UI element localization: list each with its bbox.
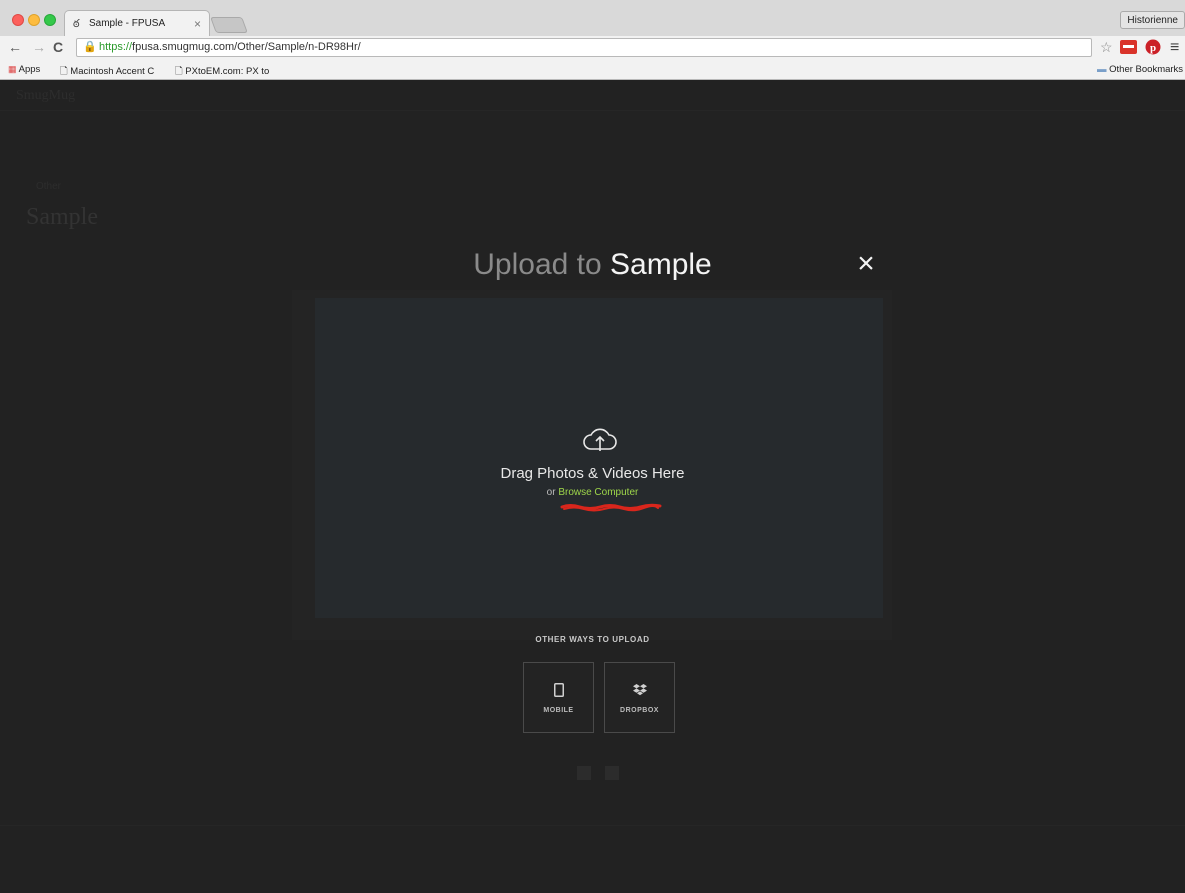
mobile-upload-button[interactable]: MOBILE xyxy=(523,662,594,733)
lock-icon: 🔒 xyxy=(83,41,97,53)
smugmug-favicon-icon: ఠ xyxy=(73,18,80,30)
bookmark-other-label: Other Bookmarks xyxy=(1109,64,1184,75)
mobile-label: MOBILE xyxy=(543,707,574,714)
forward-arrow-icon[interactable]: → xyxy=(32,39,46,55)
cloud-upload-icon xyxy=(583,428,617,451)
tab-title: Sample - FPUSA xyxy=(89,18,166,29)
dropbox-label: DROPBOX xyxy=(620,707,659,714)
page-title: Sample xyxy=(26,204,98,230)
browser-tab[interactable]: ఠ Sample - FPUSA × xyxy=(64,10,210,36)
browser-toolbar: ← → C 🔒 https://fpusa.smugmug.com/Other/… xyxy=(0,36,1185,60)
window-zoom-button[interactable] xyxy=(44,14,56,26)
bookmarks-bar: ▦ Apps 🗋 Macintosh Accent C 🗋 PXtoEM.com… xyxy=(0,60,1185,80)
back-arrow-icon[interactable]: ← xyxy=(8,39,22,55)
page-icon: 🗋 xyxy=(175,66,183,77)
address-bar[interactable]: 🔒 https://fpusa.smugmug.com/Other/Sample… xyxy=(76,38,1092,57)
other-ways-heading: OTHER WAYS TO UPLOAD xyxy=(535,635,650,644)
bookmark-apps-label: Apps xyxy=(18,64,41,75)
tab-close-icon[interactable]: × xyxy=(194,17,201,31)
browse-computer-link[interactable]: Browse Computer xyxy=(558,487,638,498)
upload-title-album: Sample xyxy=(610,248,712,281)
footer-divider xyxy=(0,825,1185,826)
mobile-phone-icon xyxy=(524,683,593,700)
bookmark-item-1-label: Macintosh Accent C xyxy=(70,66,155,77)
bookmark-star-icon[interactable]: ☆ xyxy=(1100,39,1113,56)
bookmark-apps[interactable]: ▦ Apps xyxy=(8,64,40,75)
background-icon xyxy=(577,766,591,780)
divider xyxy=(0,110,1185,111)
apps-grid-icon: ▦ xyxy=(8,64,17,74)
window-minimize-button[interactable] xyxy=(28,14,40,26)
url-scheme: https:// xyxy=(99,41,133,53)
background-icon xyxy=(605,766,619,780)
drag-instructions: Drag Photos & Videos Here xyxy=(500,465,685,482)
upload-dropzone[interactable] xyxy=(315,298,883,618)
profile-button[interactable]: Historienne xyxy=(1120,11,1185,29)
breadcrumb: Other xyxy=(36,181,62,192)
tab-strip: ఠ Sample - FPUSA × Historienne xyxy=(0,8,1185,36)
extension-icon[interactable] xyxy=(1120,39,1138,58)
close-icon[interactable]: × xyxy=(852,249,880,279)
window-close-button[interactable] xyxy=(12,14,24,26)
red-underline-annotation xyxy=(560,503,662,512)
menu-icon[interactable]: ≡ xyxy=(1170,39,1179,57)
svg-text:p: p xyxy=(1150,42,1156,54)
or-text: or xyxy=(546,487,559,498)
smugmug-logo: SmugMug xyxy=(16,88,76,103)
browser-chrome: ఠ Sample - FPUSA × Historienne ← → C 🔒 h… xyxy=(0,0,1185,80)
reload-icon[interactable]: C xyxy=(53,39,63,55)
url-path: fpusa.smugmug.com/Other/Sample/n-DR98Hr/ xyxy=(132,41,361,53)
dropbox-icon xyxy=(605,683,674,699)
bookmark-item-2-label: PXtoEM.com: PX to xyxy=(185,66,270,77)
bookmark-item-1[interactable]: 🗋 Macintosh Accent C xyxy=(60,64,154,80)
folder-icon: ▬ xyxy=(1097,64,1107,75)
page-icon: 🗋 xyxy=(60,66,68,77)
dropbox-upload-button[interactable]: DROPBOX xyxy=(604,662,675,733)
bookmark-other[interactable]: ▬ Other Bookmarks xyxy=(1097,64,1183,75)
new-tab-button[interactable] xyxy=(210,17,248,33)
bookmark-item-2[interactable]: 🗋 PXtoEM.com: PX to xyxy=(175,64,269,80)
pinterest-icon[interactable]: p xyxy=(1145,39,1161,58)
upload-title-prefix: Upload to xyxy=(473,248,611,281)
browse-line: or Browse Computer xyxy=(0,487,1185,498)
upload-title: Upload to Sample xyxy=(0,248,1185,282)
